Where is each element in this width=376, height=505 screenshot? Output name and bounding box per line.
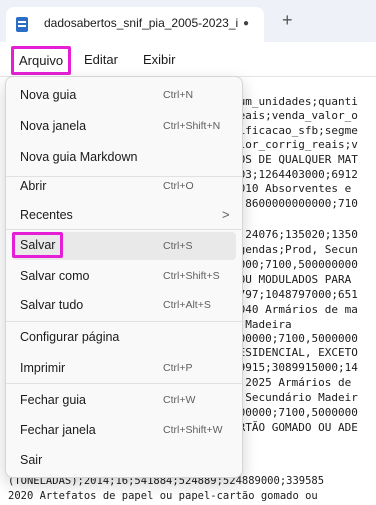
editor-line: 8797;1048797000;651 — [232, 288, 358, 301]
editor-line: 89915;3089915000;14 — [232, 361, 358, 374]
menu-item-nova-guia[interactable]: Nova guia Ctrl+N — [12, 81, 236, 109]
editor-line: 403;1264403000;6912 — [232, 168, 358, 181]
editor-line: Agendas;Prod, Secun — [232, 243, 358, 256]
menu-item-label: Salvar tudo — [20, 298, 84, 312]
editor-line: 1,2025 Armários de — [232, 376, 352, 389]
file-menu-dropdown: Nova guia Ctrl+N Nova janela Ctrl+Shift+… — [5, 76, 243, 478]
menu-item-salvar[interactable]: Salvar Ctrl+S — [12, 232, 236, 260]
menu-item-shortcut: Ctrl+Shift+S — [163, 270, 220, 282]
menu-item-label: Imprimir — [20, 361, 66, 375]
menu-item-label: Fechar guia — [20, 393, 87, 407]
menu-item-nova-janela[interactable]: Nova janela Ctrl+Shift+N — [12, 112, 236, 140]
menu-item-shortcut: Ctrl+Shift+N — [163, 120, 221, 132]
editor-line: OU MODULADOS PARA — [232, 273, 352, 286]
editor-line: RESIDENCIAL, EXCETO — [232, 346, 358, 359]
menu-editar[interactable]: Editar — [84, 52, 118, 67]
tab-title: dadosabertos_snif_pia_2005-2023_i — [44, 16, 239, 30]
menu-item-shortcut: Ctrl+Shift+W — [163, 424, 223, 436]
menu-item-configurar-pagina[interactable]: Configurar página — [12, 323, 236, 351]
editor-line: reais;venda_valor_o — [232, 109, 358, 122]
menu-item-nova-guia-markdown[interactable]: Nova guia Markdown — [12, 143, 236, 171]
menu-item-shortcut: Ctrl+P — [163, 362, 193, 374]
menu-bar: Arquivo Editar Exibir — [0, 42, 376, 77]
menu-item-shortcut: Ctrl+O — [163, 180, 194, 192]
chevron-right-icon: > — [222, 207, 230, 222]
title-bar: dadosabertos_snif_pia_2005-2023_i ● + — [0, 0, 376, 42]
menu-item-label: Nova guia Markdown — [20, 150, 138, 164]
menu-item-sair[interactable]: Sair — [12, 446, 236, 474]
menu-item-label: Salvar como — [20, 269, 90, 283]
menu-item-salvar-como[interactable]: Salvar como Ctrl+Shift+S — [12, 262, 236, 290]
menu-exibir[interactable]: Exibir — [143, 52, 176, 67]
editor-line: alor_corrig_reais;v — [232, 138, 358, 151]
menu-arquivo[interactable]: Arquivo — [11, 46, 72, 75]
editor-line: num_unidades;quanti — [232, 95, 358, 108]
menu-item-abrir[interactable]: Abrir Ctrl+O — [12, 172, 236, 200]
menu-item-label: Recentes — [20, 208, 73, 222]
tab-file[interactable]: dadosabertos_snif_pia_2005-2023_i ● — [6, 7, 264, 42]
unsaved-indicator-icon[interactable]: ● — [243, 18, 249, 29]
editor-line: 2040 Armários de ma — [232, 303, 358, 316]
new-tab-button[interactable]: + — [282, 11, 293, 29]
editor-line: 2010 Absorventes e — [232, 182, 352, 195]
editor-line: 000000;7100,5000000 — [232, 332, 358, 345]
menu-divider — [6, 229, 242, 230]
editor-line: COS DE QUALQUER MAT — [232, 153, 358, 166]
menu-item-shortcut: Ctrl+S — [163, 240, 193, 252]
editor-line: 4;24076;135020;1350 — [232, 228, 358, 241]
menu-item-fechar-janela[interactable]: Fechar janela Ctrl+Shift+W — [12, 416, 236, 444]
menu-item-shortcut: Ctrl+Alt+S — [163, 299, 211, 311]
menu-item-label: Fechar janela — [20, 423, 96, 437]
editor-line: 000000;7100,5000000 — [232, 406, 358, 419]
menu-item-shortcut: Ctrl+W — [163, 394, 196, 406]
menu-item-label: Abrir — [20, 179, 47, 193]
editor-line: 9,8600000000000;710 — [232, 197, 358, 210]
editor-line: , Secundário Madeir — [232, 391, 358, 404]
editor-line: sificacao_sfb;segme — [232, 124, 358, 137]
menu-item-fechar-guia[interactable]: Fechar guia Ctrl+W — [12, 386, 236, 414]
menu-item-salvar-tudo[interactable]: Salvar tudo Ctrl+Alt+S — [12, 291, 236, 319]
menu-item-label: Nova guia — [20, 88, 77, 102]
editor-line: ARTÃO GOMADO OU ADE — [232, 421, 358, 434]
menu-item-shortcut: Ctrl+N — [163, 89, 194, 101]
notepad-icon — [16, 17, 28, 32]
editor-line: 2020 Artefatos de papel ou papel-cartão … — [8, 490, 318, 502]
editor-line: 0000;7100,500000000 — [232, 258, 358, 271]
menu-item-recentes[interactable]: Recentes > — [12, 201, 236, 229]
menu-item-label: Salvar — [12, 232, 64, 258]
menu-item-imprimir[interactable]: Imprimir Ctrl+P — [12, 354, 236, 382]
menu-item-label: Configurar página — [20, 330, 120, 344]
menu-item-label: Sair — [20, 453, 43, 467]
menu-divider — [6, 383, 242, 384]
menu-item-label: Nova janela — [20, 119, 87, 133]
menu-divider — [6, 321, 242, 322]
